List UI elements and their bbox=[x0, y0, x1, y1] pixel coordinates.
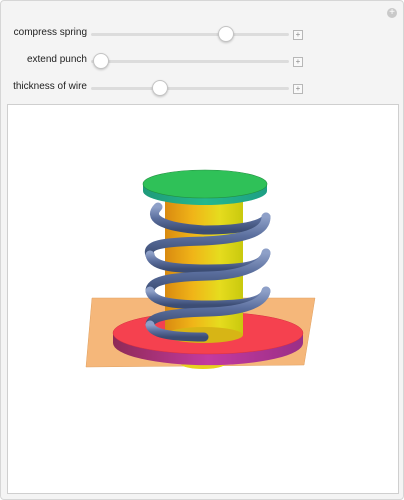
manipulate-panel: + compress spring + extend punch + thick… bbox=[0, 0, 404, 500]
extend-punch-label: extend punch bbox=[26, 54, 87, 65]
wire-thickness-control: thickness of wire + bbox=[1, 78, 404, 98]
plus-box-icon[interactable]: + bbox=[293, 84, 303, 94]
compress-spring-control: compress spring + bbox=[1, 24, 404, 44]
plus-box-icon[interactable]: + bbox=[293, 57, 303, 67]
top-plate bbox=[142, 169, 268, 199]
plus-circle-icon[interactable]: + bbox=[387, 8, 397, 18]
plus-box-icon[interactable]: + bbox=[293, 30, 303, 40]
extend-punch-slider-thumb[interactable] bbox=[92, 53, 109, 69]
compress-spring-slider-thumb[interactable] bbox=[217, 26, 234, 42]
extend-punch-slider[interactable] bbox=[91, 53, 289, 69]
spring-punch-scene bbox=[85, 169, 316, 369]
extend-punch-control: extend punch + bbox=[1, 51, 404, 71]
3d-graphics-view[interactable] bbox=[7, 104, 399, 494]
compress-spring-slider[interactable] bbox=[91, 26, 289, 42]
wire-thickness-slider-thumb[interactable] bbox=[152, 80, 169, 96]
wire-thickness-slider[interactable] bbox=[91, 80, 289, 96]
wire-thickness-label: thickness of wire bbox=[13, 81, 87, 92]
compress-spring-label: compress spring bbox=[13, 27, 87, 38]
